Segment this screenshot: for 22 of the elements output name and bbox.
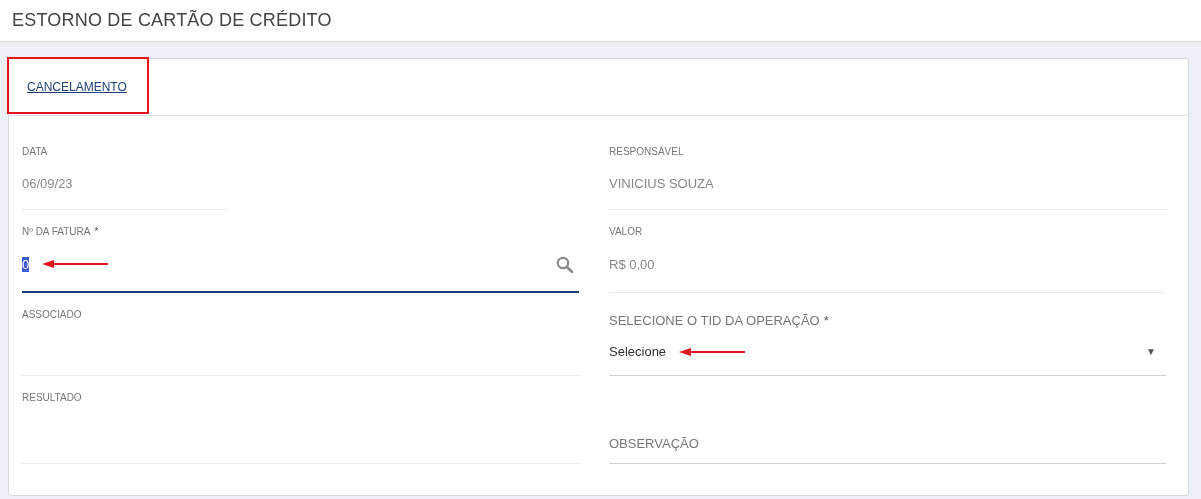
text-area[interactable]: OBSERVAÇÃO [609,376,1166,464]
field-value: VINICIUS SOUZA [609,175,714,191]
select-field[interactable]: SELECIONE O TID DA OPERAÇÃO * Selecione ▼ [609,293,1166,376]
page-title: ESTORNO DE CARTÃO DE CRÉDITO [12,10,332,31]
field-label: SELECIONE O TID DA OPERAÇÃO [609,313,820,328]
field-label: Nº DA FATURA [22,226,91,237]
tab[interactable]: CANCELAMENTO [27,78,127,96]
field-value: R$ 0,00 [609,257,655,272]
placeholder: OBSERVAÇÃO [609,436,700,451]
search-field[interactable]: Nº DA FATURA * 0 [22,210,579,293]
required-mark: * [94,226,99,237]
caret-icon: ▼ [1146,346,1156,357]
required-mark: * [823,313,829,328]
field-label: ASSOCIADO [22,309,82,320]
field-value: 06/09/23 [22,175,73,191]
input-value: 0 [22,256,30,272]
field-label: VALOR [609,226,643,237]
search-icon[interactable] [556,255,573,273]
field-label: RESULTADO [22,392,82,403]
select-value: Selecione [609,344,667,359]
field-label: DATA [22,146,48,157]
field-label: RESPONSÁVEL [609,146,684,157]
